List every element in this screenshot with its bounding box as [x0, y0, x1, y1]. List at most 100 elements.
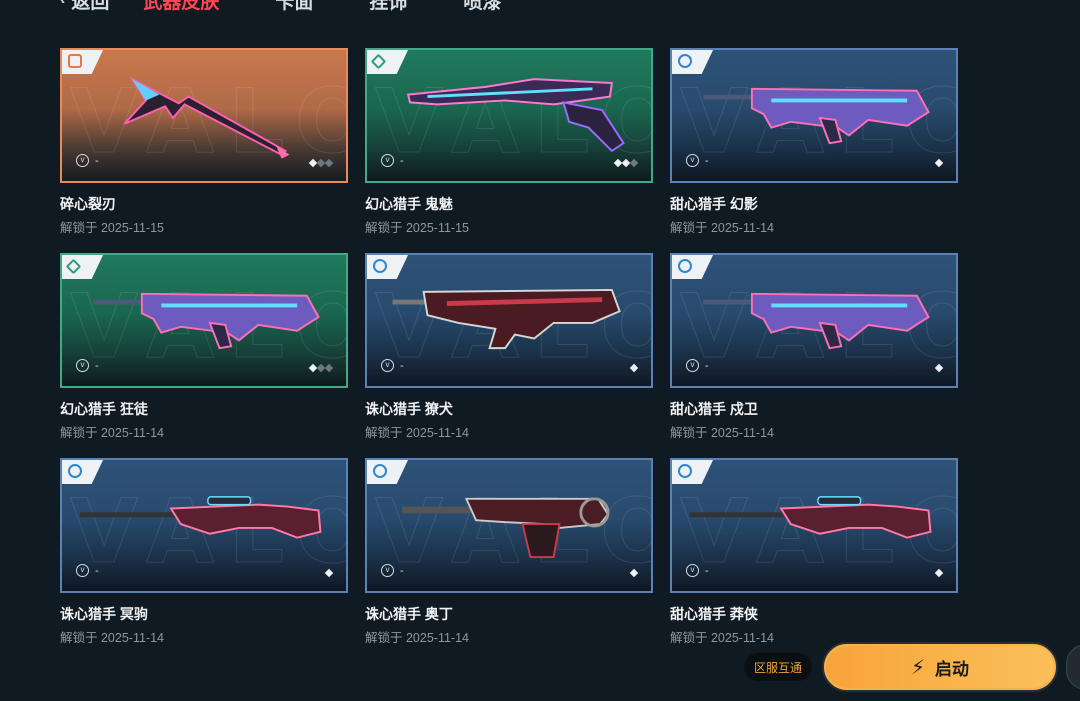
valorant-points-icon: v	[76, 359, 89, 372]
tab-sprays[interactable]: 喷漆	[463, 0, 501, 14]
valorant-points-icon: v	[686, 359, 699, 372]
skin-meta: v-	[76, 564, 99, 577]
skin-meta: v-	[76, 359, 99, 372]
unlock-date: 解锁于 2025-11-14	[670, 426, 774, 440]
valorant-points-icon: v	[381, 154, 394, 167]
unlock-date: 解锁于 2025-11-15	[60, 221, 164, 235]
skin-item: VALOv- 诛心猎手 獠犬解锁于 2025-11-14	[365, 253, 653, 458]
rifle-icon	[703, 292, 930, 350]
back-button[interactable]: ‹ 返回	[60, 0, 109, 14]
skin-name: 诛心猎手 冥驹	[60, 606, 148, 622]
skin-card[interactable]: VALOv-	[60, 253, 348, 388]
skin-meta: v-	[381, 154, 404, 167]
skin-card[interactable]: VALOv-	[365, 458, 653, 593]
tier-gem-icon	[65, 258, 82, 274]
skin-item: VALOv- 幻心猎手 鬼魅解锁于 2025-11-15	[365, 48, 653, 253]
skin-item: VALOv-甜心猎手 莽侠解锁于 2025-11-14	[670, 458, 958, 663]
meta-value: -	[400, 154, 404, 167]
tier-gem-icon	[68, 54, 82, 68]
meta-value: -	[705, 564, 709, 577]
level-dot	[629, 568, 639, 578]
tier-gem-icon	[678, 54, 692, 68]
skin-name: 甜心猎手 莽侠	[670, 606, 758, 622]
skin-item: VALOv- 诛心猎手 奥丁解锁于 2025-11-14	[365, 458, 653, 663]
level-dots	[934, 568, 944, 578]
meta-value: -	[400, 359, 404, 372]
skin-card[interactable]: VALOv-	[670, 458, 958, 593]
level-dots	[308, 363, 334, 373]
tier-gem-icon	[373, 259, 387, 273]
skin-name: 幻心猎手 狂徒	[60, 401, 148, 417]
skin-name: 诛心猎手 奥丁	[365, 606, 453, 622]
top-nav: ‹ 返回 武器皮肤 卡面 挂饰 喷漆	[60, 0, 557, 14]
skin-item: VALOv- 甜心猎手 戍卫解锁于 2025-11-14	[670, 253, 958, 458]
tab-weapon-skins[interactable]: 武器皮肤	[143, 0, 219, 14]
tier-gem-icon	[370, 53, 387, 69]
level-dot	[324, 568, 334, 578]
valorant-points-icon: v	[381, 359, 394, 372]
tier-gem-icon	[678, 464, 692, 478]
meta-value: -	[95, 154, 99, 167]
skin-card[interactable]: VALOv-	[365, 48, 653, 183]
skin-card[interactable]: VALOv-	[60, 48, 348, 183]
smg-icon	[392, 288, 621, 350]
launch-button[interactable]: ⚡ 启动	[822, 642, 1058, 692]
chevron-left-icon: ‹	[60, 0, 65, 9]
meta-value: -	[400, 564, 404, 577]
unlock-date: 解锁于 2025-11-14	[670, 221, 774, 235]
level-dot	[934, 363, 944, 373]
unlock-date: 解锁于 2025-11-15	[365, 221, 469, 235]
level-dots	[324, 568, 334, 578]
skin-meta: v-	[686, 359, 709, 372]
meta-value: -	[705, 154, 709, 167]
skin-item: VALOv- 碎心裂刃解锁于 2025-11-15	[60, 48, 348, 253]
level-dots	[934, 158, 944, 168]
tab-charms[interactable]: 挂饰	[369, 0, 407, 14]
valorant-points-icon: v	[76, 564, 89, 577]
skin-card[interactable]: VALOv-	[670, 48, 958, 183]
level-dots	[934, 363, 944, 373]
level-dots	[629, 363, 639, 373]
lightning-icon: ⚡	[910, 656, 926, 679]
skin-meta: v-	[686, 564, 709, 577]
cross-server-badge: 区服互通	[744, 653, 813, 681]
skin-card[interactable]: VALOv-	[365, 253, 653, 388]
meta-value: -	[95, 564, 99, 577]
skin-name: 碎心裂刃	[60, 196, 116, 212]
skin-card[interactable]: VALOv-	[60, 458, 348, 593]
level-dot	[324, 363, 334, 373]
tier-gem-icon	[678, 259, 692, 273]
unlock-date: 解锁于 2025-11-14	[60, 426, 164, 440]
level-dot	[934, 158, 944, 168]
skin-card[interactable]: VALOv-	[670, 253, 958, 388]
sniper-icon	[79, 496, 322, 539]
level-dots	[629, 568, 639, 578]
valorant-points-icon: v	[76, 154, 89, 167]
rifle-icon	[703, 87, 930, 145]
skin-item: VALOv- 幻心猎手 狂徒解锁于 2025-11-14	[60, 253, 348, 458]
rifle-icon	[93, 292, 320, 350]
level-dot	[629, 363, 639, 373]
skin-name: 幻心猎手 鬼魅	[365, 196, 453, 212]
side-menu-button[interactable]	[1066, 644, 1080, 690]
skin-item: VALOv- 诛心猎手 冥驹解锁于 2025-11-14	[60, 458, 348, 663]
level-dot	[934, 568, 944, 578]
melee-icon	[123, 76, 290, 159]
tab-cards[interactable]: 卡面	[275, 0, 313, 14]
level-dots	[308, 158, 334, 168]
valorant-points-icon: v	[686, 564, 699, 577]
unlock-date: 解锁于 2025-11-14	[60, 631, 164, 645]
tier-gem-icon	[68, 464, 82, 478]
valorant-points-icon: v	[381, 564, 394, 577]
tier-gem-icon	[373, 464, 387, 478]
skin-name: 甜心猎手 幻影	[670, 196, 758, 212]
level-dot	[629, 158, 639, 168]
skin-grid: VALOv- 碎心裂刃解锁于 2025-11-15 VALOv- 幻心猎手 鬼魅解锁于…	[60, 48, 958, 663]
meta-value: -	[95, 359, 99, 372]
skin-item: VALOv- 甜心猎手 幻影解锁于 2025-11-14	[670, 48, 958, 253]
pistol-icon	[406, 78, 625, 153]
valorant-points-icon: v	[686, 154, 699, 167]
level-dots	[613, 158, 639, 168]
skin-meta: v-	[686, 154, 709, 167]
skin-name: 甜心猎手 戍卫	[670, 401, 758, 417]
